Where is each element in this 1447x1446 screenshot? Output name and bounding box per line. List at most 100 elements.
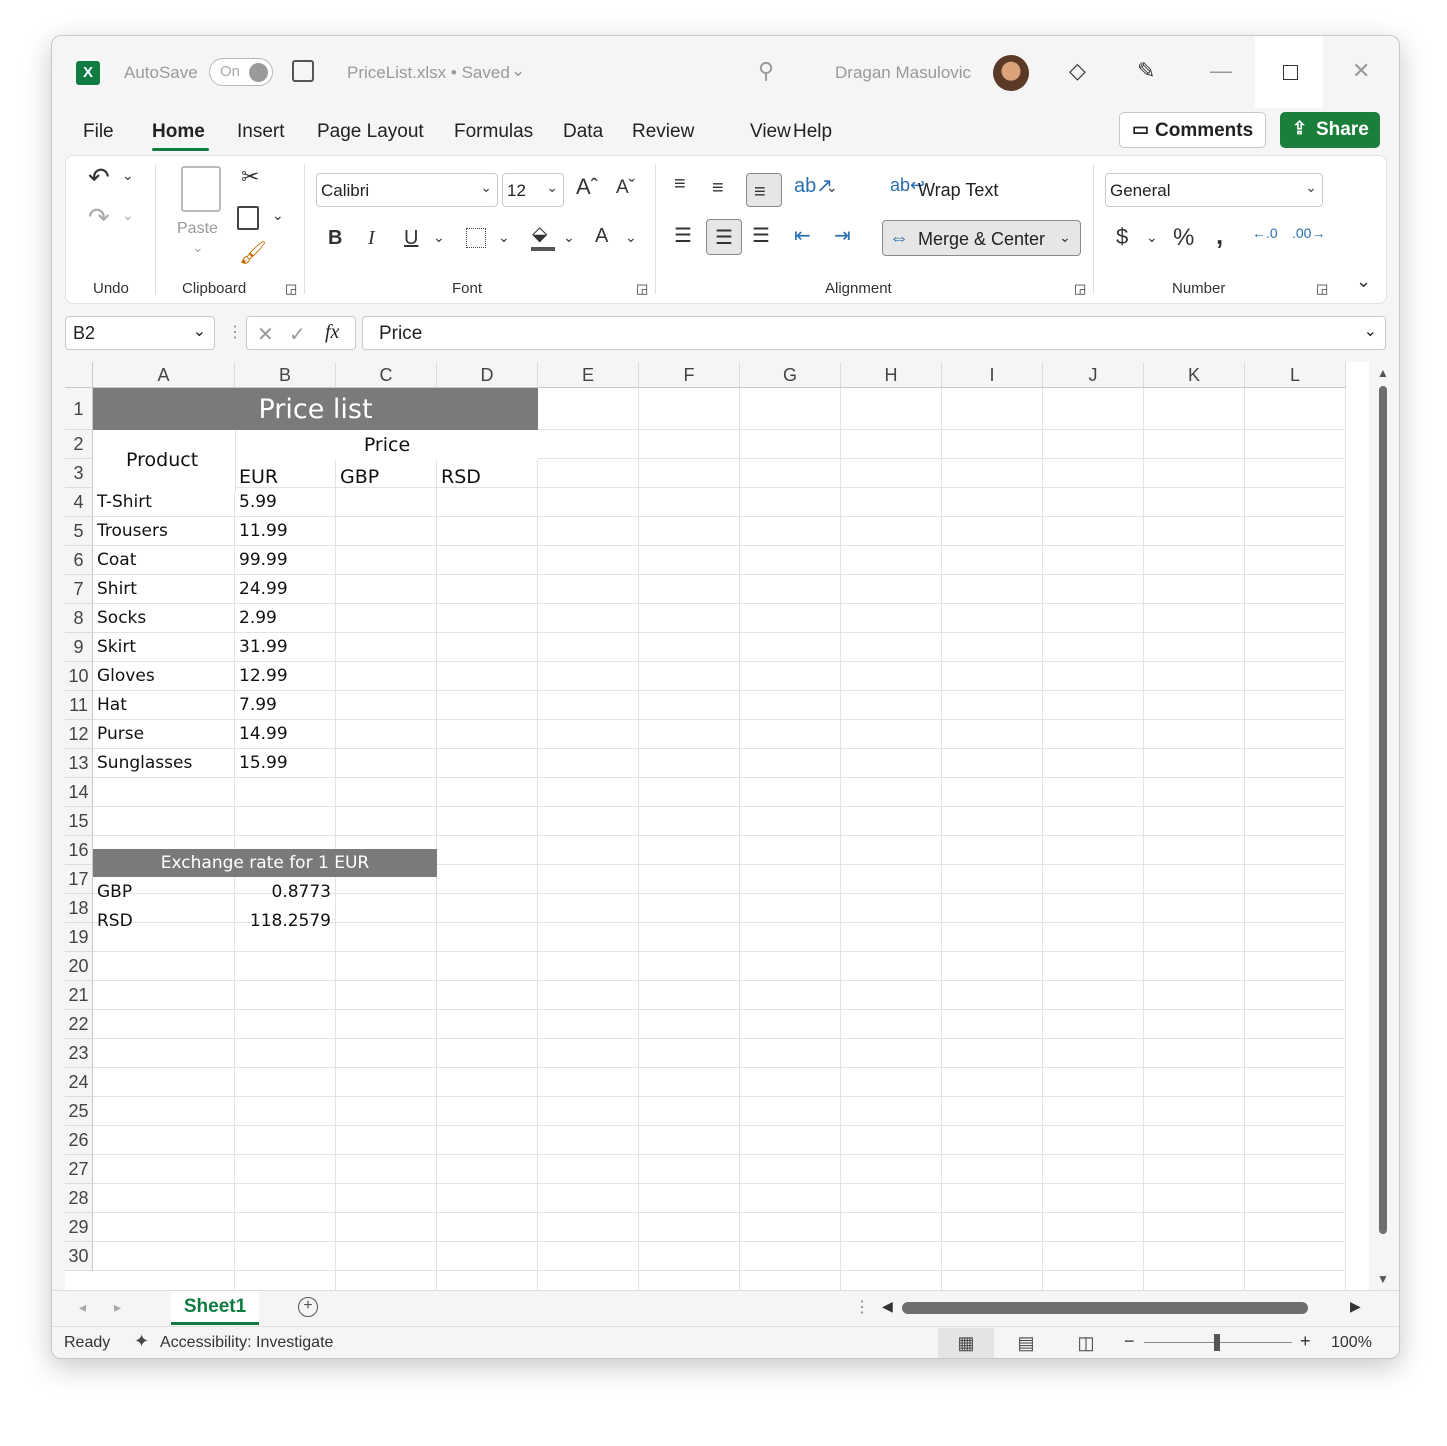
row-header-4[interactable]: 4 [65, 488, 93, 517]
number-launcher-icon[interactable]: ◲ [1316, 282, 1328, 295]
price-eur[interactable]: 15.99 [239, 753, 288, 773]
row-header-15[interactable]: 15 [65, 807, 93, 836]
zoom-level[interactable]: 100% [1331, 1334, 1372, 1352]
increase-indent-icon[interactable]: ⇥ [834, 226, 851, 246]
currency-header-eur[interactable]: EUR [239, 466, 278, 488]
formula-bar-grip-icon[interactable]: ⋮ [227, 322, 243, 342]
column-header-h[interactable]: H [841, 362, 942, 388]
row-header-8[interactable]: 8 [65, 604, 93, 633]
row-header-18[interactable]: 18 [65, 894, 93, 923]
exchange-rate-band[interactable]: Exchange rate for 1 EUR [93, 849, 437, 877]
merge-center-button[interactable]: ⇔ Merge & Center ⌄ [882, 220, 1081, 256]
name-box[interactable]: B2 ⌄ [65, 316, 215, 350]
format-painter-icon[interactable]: 🖌 [239, 242, 267, 264]
row-header-6[interactable]: 6 [65, 546, 93, 575]
search-icon[interactable]: ⚲ [758, 58, 774, 84]
price-eur[interactable]: 11.99 [239, 521, 288, 541]
accessibility-status[interactable]: Accessibility: Investigate [160, 1334, 333, 1352]
paste-label[interactable]: Paste [177, 220, 218, 238]
price-eur[interactable]: 5.99 [239, 492, 277, 512]
tab-data[interactable]: Data [563, 121, 603, 143]
row-header-2[interactable]: 2 [65, 430, 93, 459]
comments-button[interactable]: ▭ Comments [1119, 112, 1266, 148]
row-header-5[interactable]: 5 [65, 517, 93, 546]
alignment-launcher-icon[interactable]: ◲ [1074, 282, 1086, 295]
bold-icon[interactable]: B [328, 228, 342, 248]
copy-icon[interactable] [237, 206, 259, 230]
redo-chevron-icon[interactable]: ⌄ [122, 208, 134, 222]
product-name[interactable]: Shirt [97, 579, 137, 599]
rate-currency-gbp[interactable]: GBP [97, 882, 132, 902]
rate-value-gbp[interactable]: 0.8773 [272, 882, 331, 902]
zoom-slider-thumb[interactable] [1214, 1334, 1220, 1351]
tab-view[interactable]: View [750, 121, 791, 143]
decrease-font-icon[interactable]: Aˇ [616, 178, 635, 197]
font-name-dropdown[interactable]: Calibri ⌄ [316, 173, 498, 207]
minimize-icon[interactable]: — [1210, 58, 1232, 84]
product-name[interactable]: Gloves [97, 666, 155, 686]
cancel-icon[interactable]: ✕ [257, 322, 274, 347]
price-eur[interactable]: 99.99 [239, 550, 288, 570]
column-header-k[interactable]: K [1144, 362, 1245, 388]
filename-chevron-icon[interactable]: ⌄ [511, 61, 525, 81]
decrease-decimal-icon[interactable]: .00→ [1292, 226, 1325, 240]
row-header-14[interactable]: 14 [65, 778, 93, 807]
italic-icon[interactable]: I [368, 228, 375, 248]
align-top-icon[interactable]: ≡ [674, 174, 686, 194]
row-header-11[interactable]: 11 [65, 691, 93, 720]
row-header-28[interactable]: 28 [65, 1184, 93, 1213]
accessibility-icon[interactable]: ✦ [134, 1331, 149, 1352]
maximize-icon[interactable] [1283, 65, 1298, 80]
product-name[interactable]: Skirt [97, 637, 136, 657]
product-name[interactable]: Trousers [97, 521, 168, 541]
product-name[interactable]: Socks [97, 608, 146, 628]
borders-chevron-icon[interactable]: ⌄ [498, 230, 510, 244]
percent-icon[interactable]: % [1173, 226, 1194, 250]
column-header-g[interactable]: G [740, 362, 841, 388]
column-header-c[interactable]: C [336, 362, 437, 388]
font-color-chevron-icon[interactable]: ⌄ [625, 230, 637, 244]
clipboard-launcher-icon[interactable]: ◲ [285, 282, 297, 295]
align-center-button[interactable]: ☰ [706, 219, 742, 255]
orientation-chevron-icon[interactable]: ⌄ [826, 180, 838, 194]
borders-icon[interactable] [466, 228, 486, 248]
column-header-f[interactable]: F [639, 362, 740, 388]
formula-expand-chevron-icon[interactable]: ⌄ [1364, 321, 1377, 341]
scroll-down-icon[interactable]: ▼ [1377, 1272, 1389, 1286]
row-header-24[interactable]: 24 [65, 1068, 93, 1097]
vertical-scrollbar[interactable]: ▲ ▼ [1377, 362, 1389, 1290]
underline-chevron-icon[interactable]: ⌄ [433, 230, 445, 244]
add-sheet-icon[interactable]: + [298, 1297, 318, 1317]
tab-page-layout[interactable]: Page Layout [317, 121, 424, 143]
product-name[interactable]: Purse [97, 724, 144, 744]
product-name[interactable]: Sunglasses [97, 753, 192, 773]
save-sync-icon[interactable] [292, 60, 314, 82]
undo-icon[interactable]: ↶ [88, 164, 110, 190]
sheet-tab-sheet1[interactable]: Sheet1 [171, 1291, 259, 1325]
horizontal-scroll-thumb[interactable] [902, 1302, 1308, 1314]
row-header-25[interactable]: 25 [65, 1097, 93, 1126]
column-header-d[interactable]: D [437, 362, 538, 388]
price-eur[interactable]: 31.99 [239, 637, 288, 657]
column-header-l[interactable]: L [1245, 362, 1346, 388]
row-header-29[interactable]: 29 [65, 1213, 93, 1242]
tab-insert[interactable]: Insert [237, 121, 285, 143]
rate-value-rsd[interactable]: 118.2579 [250, 911, 331, 931]
select-all-corner[interactable] [65, 362, 93, 388]
row-header-20[interactable]: 20 [65, 952, 93, 981]
row-header-21[interactable]: 21 [65, 981, 93, 1010]
wrap-text-label[interactable]: Wrap Text [918, 180, 998, 201]
price-eur[interactable]: 7.99 [239, 695, 277, 715]
cut-icon[interactable]: ✂ [241, 166, 259, 188]
share-button[interactable]: ⇪ Share [1280, 112, 1380, 148]
row-header-26[interactable]: 26 [65, 1126, 93, 1155]
row-header-9[interactable]: 9 [65, 633, 93, 662]
currency-chevron-icon[interactable]: ⌄ [1146, 230, 1158, 244]
row-header-30[interactable]: 30 [65, 1242, 93, 1271]
page-break-view-button[interactable]: ◫ [1058, 1328, 1114, 1358]
row-header-13[interactable]: 13 [65, 749, 93, 778]
pen-icon[interactable]: ✎ [1137, 58, 1155, 84]
column-header-a[interactable]: A [93, 362, 235, 388]
tab-review[interactable]: Review [632, 121, 694, 143]
filename[interactable]: PriceList.xlsx • Saved [347, 63, 510, 83]
